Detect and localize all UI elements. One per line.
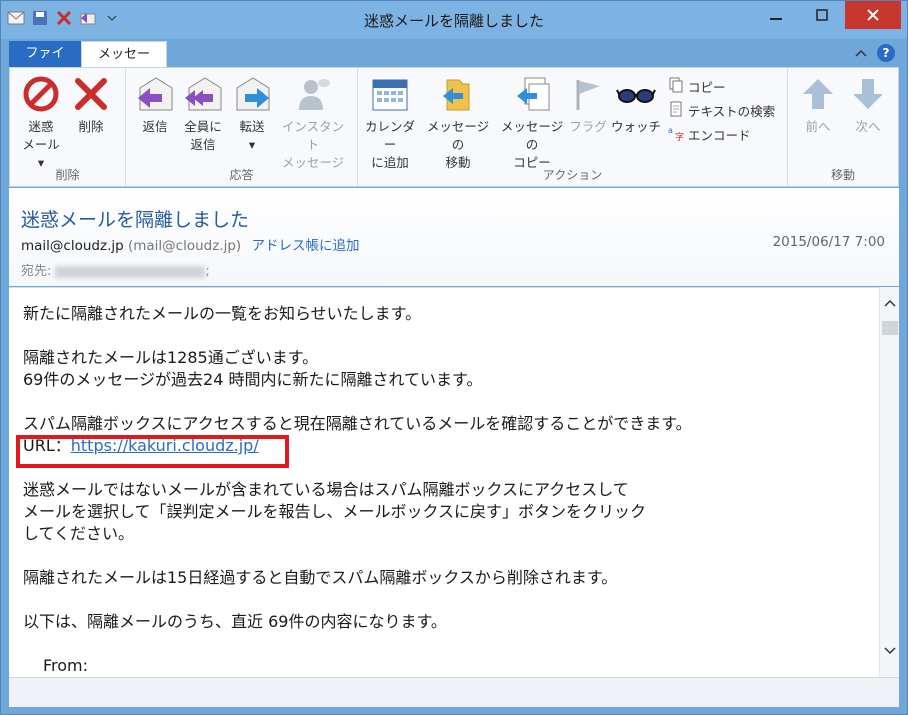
arrow-down-icon bbox=[848, 74, 888, 114]
sender: mail@cloudz.jp (mail@cloudz.jp) アドレス帳に追加 bbox=[21, 234, 360, 254]
copy-message-button[interactable]: メッセージの コピー bbox=[496, 74, 568, 172]
instant-message-button[interactable]: インスタント メッセージ bbox=[276, 74, 350, 172]
body-line: From: bbox=[43, 656, 89, 675]
body-line: 以下は、隔離メールのうち、直近 69件の内容になります。 bbox=[23, 612, 447, 631]
glasses-icon bbox=[616, 74, 656, 114]
status-bar bbox=[9, 677, 899, 707]
recipient: 宛先:; bbox=[21, 260, 210, 279]
to-label: 宛先: bbox=[21, 264, 52, 279]
body-line: メールを選択して「誤判定メールを報告し、メールボックスに戻す」ボタンをクリック bbox=[23, 502, 647, 521]
vertical-scrollbar[interactable] bbox=[879, 287, 899, 677]
collapse-ribbon-icon[interactable] bbox=[855, 43, 867, 62]
folder-move-icon bbox=[438, 74, 478, 114]
delete-x-icon bbox=[71, 74, 111, 114]
add-to-calendar-button[interactable]: カレンダー に追加 bbox=[360, 74, 420, 172]
svg-text:a: a bbox=[668, 126, 673, 135]
flag-button[interactable]: フラグ bbox=[568, 74, 608, 136]
encoding-icon: a字 bbox=[668, 125, 684, 144]
no-entry-icon bbox=[21, 74, 61, 114]
to-suffix: ; bbox=[205, 264, 210, 279]
highlight-box bbox=[16, 435, 289, 468]
delete-button[interactable]: 削除 bbox=[70, 74, 112, 136]
forward-button[interactable]: 転送 ▾ bbox=[232, 74, 272, 154]
tab-file[interactable]: ファイル bbox=[9, 41, 81, 87]
group-label-respond: 応答 bbox=[229, 168, 254, 182]
encoding-button[interactable]: a字 エンコード bbox=[668, 122, 775, 146]
body-line: してください。 bbox=[23, 524, 135, 543]
reply-all-icon bbox=[183, 74, 223, 114]
message-date: 2015/06/17 7:00 bbox=[772, 234, 885, 250]
scroll-up-icon[interactable] bbox=[882, 295, 898, 311]
group-respond: 返信 全員に 返信 転送 ▾ インスタント メッセージ 応答 bbox=[126, 68, 358, 186]
small-actions: コピー テキストの検索 a字 エンコード bbox=[668, 74, 775, 146]
window-controls bbox=[753, 1, 901, 29]
document-icon bbox=[668, 101, 684, 120]
find-text-button[interactable]: テキストの検索 bbox=[668, 98, 775, 122]
copy-document-icon bbox=[512, 74, 552, 114]
person-icon bbox=[293, 74, 333, 114]
recipient-blurred bbox=[55, 265, 206, 278]
message-subject: 迷惑メールを隔離しました bbox=[21, 209, 250, 231]
body-line: 隔離されたメールは1285通ございます。 bbox=[23, 348, 319, 367]
group-move: 前へ 次へ 移動 bbox=[788, 68, 898, 186]
sender-name: mail@cloudz.jp bbox=[21, 238, 124, 254]
body-line: 69件のメッセージが過去24 時間内に新たに隔離されています。 bbox=[23, 370, 483, 389]
add-to-contacts-link[interactable]: アドレス帳に追加 bbox=[252, 238, 360, 254]
maximize-button[interactable] bbox=[799, 1, 845, 29]
sender-address: (mail@cloudz.jp) bbox=[127, 238, 242, 254]
watch-button[interactable]: ウォッチ bbox=[610, 74, 662, 136]
close-button[interactable] bbox=[845, 1, 901, 29]
scroll-down-icon[interactable] bbox=[882, 643, 898, 659]
group-label-actions: アクション bbox=[542, 168, 603, 182]
group-delete: 迷惑 メール ▾ 削除 削除 bbox=[10, 68, 126, 186]
ribbon: 迷惑 メール ▾ 削除 削除 返信 全員に 返信 転送 ▾ インスタント メッセ… bbox=[9, 67, 899, 187]
junk-button[interactable]: 迷惑 メール ▾ bbox=[20, 74, 62, 172]
title-bar: 迷惑メールを隔離しました bbox=[1, 1, 907, 39]
group-label-move: 移動 bbox=[830, 168, 855, 182]
minimize-button[interactable] bbox=[753, 1, 799, 29]
scroll-thumb[interactable] bbox=[882, 321, 898, 335]
calendar-icon bbox=[370, 74, 410, 114]
tab-message[interactable]: メッセージ bbox=[81, 41, 167, 88]
copy-button[interactable]: コピー bbox=[668, 74, 775, 98]
message-body: 新たに隔離されたメールの一覧をお知らせいたします。 隔離されたメールは1285通… bbox=[9, 287, 879, 677]
help-icon[interactable]: ? bbox=[877, 43, 895, 62]
body-line: 迷惑メールではないメールが含まれている場合はスパム隔離ボックスにアクセスして bbox=[23, 480, 629, 499]
reply-button[interactable]: 返信 bbox=[134, 74, 176, 136]
move-message-button[interactable]: メッセージの 移動 bbox=[422, 74, 494, 172]
copy-icon bbox=[668, 77, 684, 96]
body-line: スパム隔離ボックスにアクセスすると現在隔離されているメールを確認することができま… bbox=[23, 414, 692, 433]
svg-text:字: 字 bbox=[675, 131, 684, 141]
body-line: 新たに隔離されたメールの一覧をお知らせいたします。 bbox=[23, 304, 422, 323]
group-label-delete: 削除 bbox=[55, 168, 80, 182]
ribbon-tabs: ファイル メッセージ ? bbox=[9, 39, 899, 88]
reply-all-button[interactable]: 全員に 返信 bbox=[178, 74, 228, 154]
flag-icon bbox=[568, 74, 608, 114]
body-line: 隔離されたメールは15日経過すると自動でスパム隔離ボックスから削除されます。 bbox=[23, 568, 618, 587]
reply-icon bbox=[135, 74, 175, 114]
ribbon-controls: ? bbox=[855, 43, 895, 62]
mail-window: 迷惑メールを隔離しました ファイル メッセージ ? bbox=[0, 0, 908, 715]
next-button[interactable]: 次へ bbox=[846, 74, 890, 136]
group-actions: カレンダー に追加 メッセージの 移動 メッセージの コピー フラグ ウォッチ … bbox=[358, 68, 788, 186]
previous-button[interactable]: 前へ bbox=[796, 74, 840, 136]
forward-icon bbox=[232, 74, 272, 114]
arrow-up-icon bbox=[798, 74, 838, 114]
message-header: 迷惑メールを隔離しました mail@cloudz.jp (mail@cloudz… bbox=[9, 188, 899, 286]
